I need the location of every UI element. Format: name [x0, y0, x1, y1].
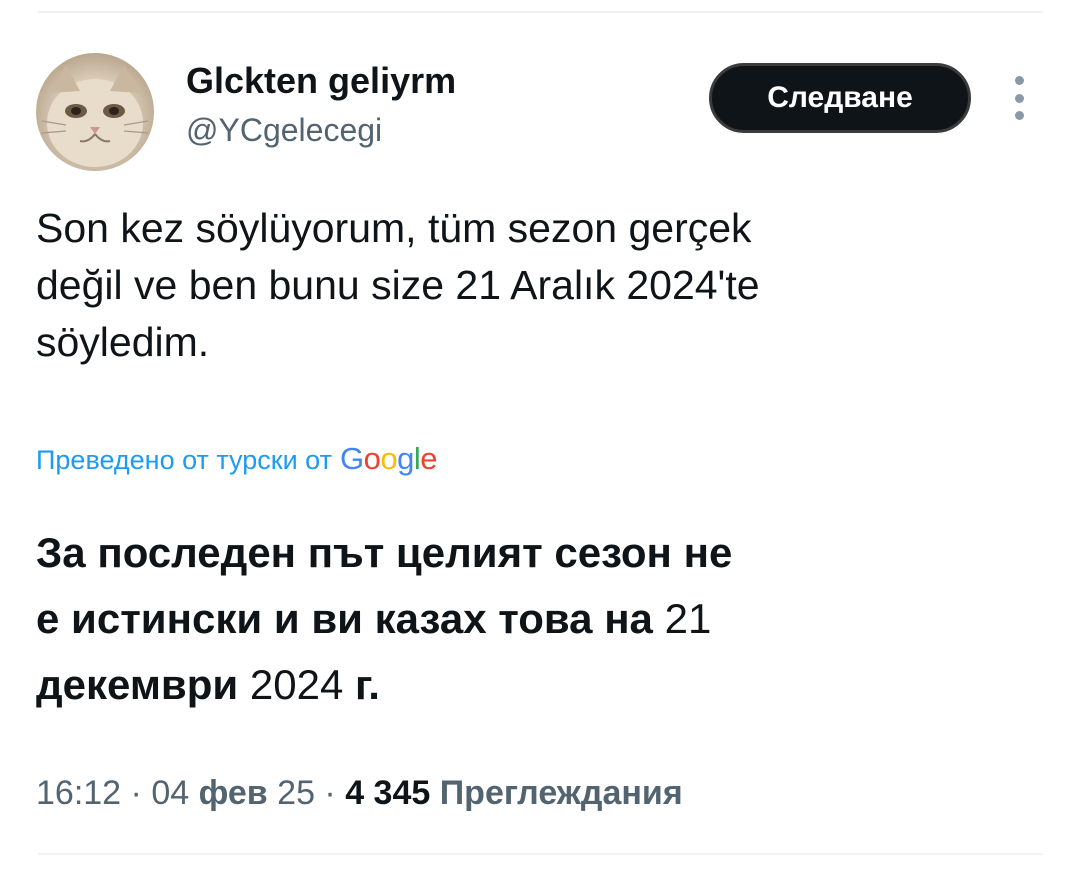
tweet-meta: 16:12 · 04 фев 25 · 4 345 Преглеждания	[36, 774, 683, 812]
bottom-divider	[38, 853, 1043, 855]
tweet-text: Son kez söylüyorum, tüm sezon gerçek değ…	[36, 200, 1046, 371]
tweet-text-line: Son kez söylüyorum, tüm sezon gerçek	[36, 205, 752, 251]
cat-avatar-image	[41, 65, 149, 167]
more-dot	[1014, 111, 1024, 120]
translated-text: За последен път целият сезон не е истинс…	[36, 520, 1046, 718]
translated-by-label: Преведено от турски от	[36, 445, 332, 475]
translated-text-line: е истински и ви казах това на 21	[36, 595, 712, 642]
translated-text-line: За последен път целият сезон не	[36, 529, 733, 576]
tweet-timestamp[interactable]: 16:12 · 04 фев 25	[36, 774, 315, 812]
translated-by-link[interactable]: Преведено от турски от Google	[36, 440, 437, 479]
views-count[interactable]: 4 345 Преглеждания	[345, 774, 682, 812]
translated-text-line: декември 2024 г.	[36, 661, 380, 708]
display-name[interactable]: Glckten geliyrm	[186, 60, 456, 102]
google-logo: Google	[339, 441, 438, 476]
top-divider	[38, 11, 1043, 13]
avatar[interactable]	[36, 53, 154, 171]
follow-button[interactable]: Следване	[709, 63, 971, 133]
tweet-text-line: söyledim.	[36, 319, 210, 365]
more-vertical-icon[interactable]	[1005, 76, 1033, 120]
more-dot	[1014, 76, 1024, 85]
more-dot	[1014, 93, 1024, 103]
user-handle[interactable]: @YCgelecegi	[186, 111, 382, 149]
tweet-text-line: değil ve ben bunu size 21 Aralık 2024'te	[36, 262, 760, 308]
